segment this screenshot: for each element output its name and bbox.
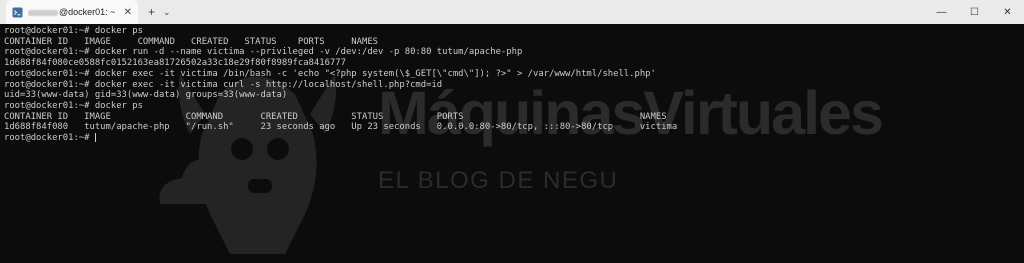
terminal-line: root@docker01:~# docker exec -it victima… <box>4 79 443 90</box>
terminal-line: root@docker01:~# docker exec -it victima… <box>4 68 656 79</box>
terminal-line: CONTAINER ID IMAGE COMMAND CREATED STATU… <box>4 111 667 122</box>
title-bar: @docker01: ~ ✕ + ⌄ — ☐ ✕ <box>0 0 1024 24</box>
minimize-button[interactable]: — <box>925 0 958 24</box>
terminal-line: root@docker01:~# docker ps <box>4 100 143 111</box>
window-controls: — ☐ ✕ <box>925 0 1024 24</box>
terminal-tab[interactable]: @docker01: ~ ✕ <box>6 0 138 24</box>
terminal-output[interactable]: root@docker01:~# docker ps CONTAINER ID … <box>0 24 1024 146</box>
terminal-line: root@docker01:~# docker ps <box>4 26 143 36</box>
close-button[interactable]: ✕ <box>991 0 1024 24</box>
new-tab-button[interactable]: + <box>148 5 155 19</box>
text-cursor <box>94 133 96 143</box>
tab-title: @docker01: ~ <box>28 7 119 17</box>
terminal-window: @docker01: ~ ✕ + ⌄ — ☐ ✕ MáquinasVirtual… <box>0 0 1024 263</box>
terminal-prompt-line: root@docker01:~# <box>4 133 1020 144</box>
maximize-button[interactable]: ☐ <box>958 0 991 24</box>
tab-close-icon[interactable]: ✕ <box>124 7 132 18</box>
terminal-line: uid=33(www-data) gid=33(www-data) groups… <box>4 90 288 101</box>
terminal-line: root@docker01:~# docker run -d --name vi… <box>4 47 523 58</box>
watermark-subtitle: EL BLOG DE NEGU <box>378 167 619 194</box>
terminal-line: CONTAINER ID IMAGE COMMAND CREATED STATU… <box>4 36 379 47</box>
terminal-prompt: root@docker01:~# <box>4 133 95 144</box>
terminal-icon <box>12 7 23 18</box>
tab-dropdown-icon[interactable]: ⌄ <box>163 7 171 18</box>
terminal-line: 1d688f84f080ce0588fc0152163ea81726502a33… <box>4 58 346 69</box>
redacted-username <box>28 9 58 16</box>
terminal-line: 1d688f84f080 tutum/apache-php "/run.sh" … <box>4 122 678 133</box>
